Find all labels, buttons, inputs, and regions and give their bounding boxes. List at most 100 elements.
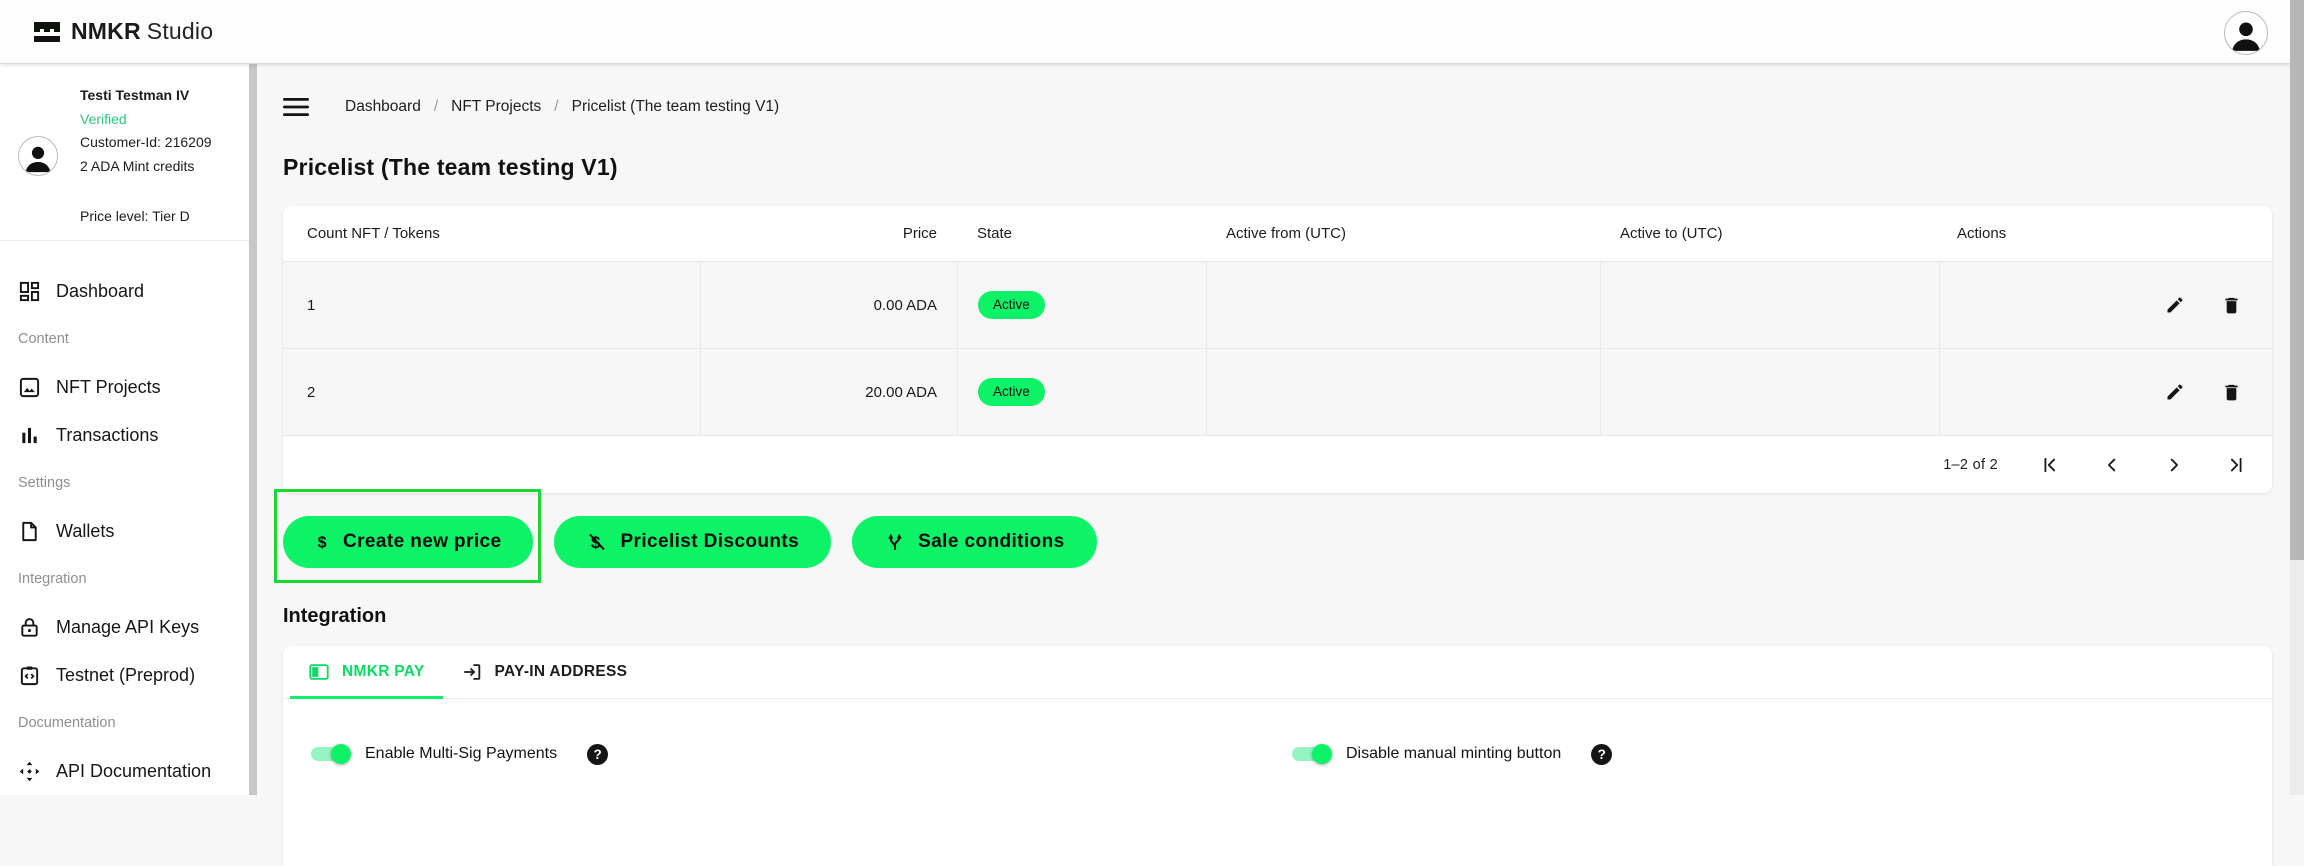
last-page-button[interactable] [2226,455,2246,475]
breadcrumb-dashboard[interactable]: Dashboard [345,98,421,116]
edit-button[interactable] [2165,295,2185,315]
chevron-right-icon [2164,455,2184,475]
last-page-icon [2226,455,2246,475]
sidebar-item-wallets[interactable]: Wallets [0,507,249,555]
pay-in-icon [461,661,483,683]
breadcrumb-separator: / [434,98,438,116]
toggle-label: Disable manual minting button [1346,745,1561,763]
disable-manual-minting-toggle[interactable] [1288,742,1332,766]
chevron-left-icon [2102,455,2122,475]
toggle-thumb [1312,744,1332,764]
sidebar-section-settings: Settings [0,459,249,507]
pricelist-table: Count NFT / Tokens Price State Active fr… [283,206,2272,493]
table-row: 1 0.00 ADA Active [283,261,2272,348]
table-row: 2 20.00 ADA Active [283,348,2272,435]
pricelist-discounts-button[interactable]: $ Pricelist Discounts [554,516,831,568]
sidebar-item-manage-api-keys[interactable]: Manage API Keys [0,603,249,651]
edit-icon [2165,295,2185,315]
image-icon [18,376,41,399]
tab-label: PAY-IN ADDRESS [495,663,628,681]
first-page-icon [2040,455,2060,475]
breadcrumb: Dashboard / NFT Projects / Pricelist (Th… [345,98,779,116]
button-label: Pricelist Discounts [620,531,799,553]
sidebar-item-testnet[interactable]: Testnet (Preprod) [0,651,249,699]
previous-page-button[interactable] [2102,455,2122,475]
dollar-icon: $ [315,531,331,553]
cell-count: 1 [283,262,700,348]
sidebar-nav: Dashboard Content NFT Projects Transacti… [0,267,249,795]
cell-active-to [1600,349,1939,435]
mint-credits: 2 ADA Mint credits [80,155,212,179]
delete-button[interactable] [2221,382,2242,403]
tab-pay-in-address[interactable]: PAY-IN ADDRESS [443,646,646,698]
manual-minting-toggle-group: Disable manual minting button ? [1288,742,1612,766]
cell-price: 0.00 ADA [700,262,957,348]
toggle-thumb [331,744,351,764]
sidebar-item-api-documentation[interactable]: API Documentation [0,747,249,795]
trash-icon [2221,295,2242,316]
user-avatar[interactable] [2224,11,2268,55]
sidebar: Testi Testman IV Verified Customer-Id: 2… [0,64,249,795]
column-header-active-from: Active from (UTC) [1206,225,1600,242]
button-label: Sale conditions [918,531,1064,553]
sidebar-item-transactions[interactable]: Transactions [0,411,249,459]
brand-suffix: Studio [147,18,213,44]
tab-label: NMKR PAY [342,663,425,681]
create-new-price-button[interactable]: $ Create new price [283,516,533,568]
menu-icon[interactable] [283,97,309,117]
nmkr-logo[interactable]: NMKRStudio [34,18,213,45]
page-scrollbar[interactable] [2290,0,2304,795]
profile-avatar[interactable] [18,136,58,176]
sidebar-scrollbar[interactable] [249,64,257,795]
sale-conditions-button[interactable]: Sale conditions [852,516,1096,568]
tab-nmkr-pay[interactable]: NMKR PAY [290,646,443,698]
cell-state: Active [957,349,1206,435]
profile-name: Testi Testman IV [80,84,212,108]
help-icon[interactable]: ? [1591,744,1612,765]
breadcrumb-nft-projects[interactable]: NFT Projects [451,98,541,116]
dashboard-icon [18,280,41,303]
document-icon [18,520,41,543]
pagination-range: 1–2 of 2 [1943,457,1998,473]
sidebar-item-label: Transactions [56,425,158,446]
sidebar-item-label: Manage API Keys [56,617,199,638]
verified-status: Verified [80,108,212,132]
column-header-state: State [957,225,1206,242]
highlighted-button-wrap: $ Create new price [283,516,533,568]
page-title: Pricelist (The team testing V1) [283,154,2290,181]
column-header-active-to: Active to (UTC) [1600,225,1939,242]
sidebar-item-nft-projects[interactable]: NFT Projects [0,363,249,411]
edit-button[interactable] [2165,382,2185,402]
delete-button[interactable] [2221,295,2242,316]
testnet-icon [18,664,41,687]
status-badge: Active [978,378,1045,406]
lock-icon [18,616,41,639]
brand: NMKRStudio [71,18,213,45]
svg-text:$: $ [318,534,327,551]
topbar: NMKRStudio [0,0,2290,64]
actions-row: $ Create new price $ Pricelist Discounts [283,516,2290,568]
sidebar-item-label: API Documentation [56,761,211,782]
sidebar-section-documentation: Documentation [0,699,249,747]
sidebar-item-label: Wallets [56,521,114,542]
nmkr-logo-icon [34,20,60,44]
sidebar-item-dashboard[interactable]: Dashboard [0,267,249,315]
scrollbar-thumb[interactable] [2290,0,2304,560]
column-header-price: Price [700,225,957,242]
api-icon [18,760,41,783]
help-icon[interactable]: ? [587,744,608,765]
profile-block: Testi Testman IV Verified Customer-Id: 2… [0,64,249,220]
person-icon [21,141,55,175]
enable-multi-sig-toggle[interactable] [307,742,351,766]
main-content: Dashboard / NFT Projects / Pricelist (Th… [257,64,2290,795]
cell-active-from [1206,349,1600,435]
sidebar-section-content: Content [0,315,249,363]
sidebar-item-label: NFT Projects [56,377,161,398]
column-header-count: Count NFT / Tokens [283,225,700,242]
next-page-button[interactable] [2164,455,2184,475]
breadcrumb-pricelist[interactable]: Pricelist (The team testing V1) [572,98,780,116]
brand-name: NMKR [71,18,141,44]
cell-actions [1939,262,2272,348]
first-page-button[interactable] [2040,455,2060,475]
button-label: Create new price [343,531,501,553]
